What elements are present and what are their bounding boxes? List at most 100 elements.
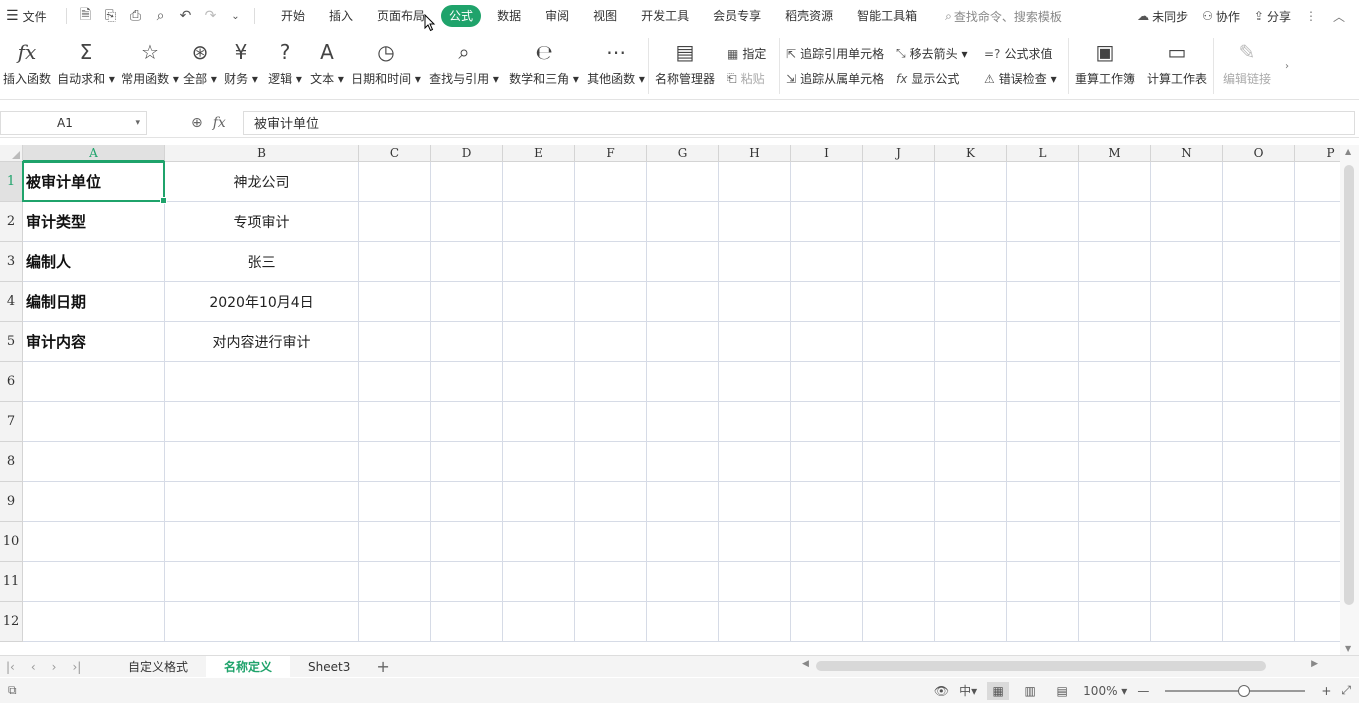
prev-sheet-icon[interactable]: ‹ <box>31 660 36 674</box>
cell-e1[interactable] <box>503 162 575 202</box>
cell-b11[interactable] <box>165 562 359 602</box>
layout-mode-icon[interactable]: 中▾ <box>959 682 977 699</box>
cell-c12[interactable] <box>359 602 431 642</box>
cell-g4[interactable] <box>647 282 719 322</box>
text-functions-button[interactable]: A 文本 ▾ <box>306 32 348 100</box>
cell-l9[interactable] <box>1007 482 1079 522</box>
tab-resources[interactable]: 稻壳资源 <box>773 5 845 27</box>
cell-a1[interactable]: 被审计单位 <box>23 162 165 202</box>
next-sheet-icon[interactable]: › <box>52 660 57 674</box>
tab-member[interactable]: 会员专享 <box>701 5 773 27</box>
cell-f12[interactable] <box>575 602 647 642</box>
other-functions-button[interactable]: ⋯ 其他函数 ▾ <box>584 32 648 100</box>
row-header-5[interactable]: 5 <box>0 322 23 362</box>
cell-e11[interactable] <box>503 562 575 602</box>
cell-d2[interactable] <box>431 202 503 242</box>
zoom-icon[interactable]: ⊕ <box>191 115 203 131</box>
cell-h7[interactable] <box>719 402 791 442</box>
cell-l1[interactable] <box>1007 162 1079 202</box>
cell-g7[interactable] <box>647 402 719 442</box>
cell-n12[interactable] <box>1151 602 1223 642</box>
cell-h1[interactable] <box>719 162 791 202</box>
cell-p12[interactable] <box>1295 602 1340 642</box>
column-header-d[interactable]: D <box>431 145 503 162</box>
cell-p4[interactable] <box>1295 282 1340 322</box>
cell-l6[interactable] <box>1007 362 1079 402</box>
cell-c10[interactable] <box>359 522 431 562</box>
cell-h12[interactable] <box>719 602 791 642</box>
trace-precedents-button[interactable]: ⇱ 追踪引用单元格 <box>786 45 884 62</box>
select-all-corner[interactable] <box>0 145 23 162</box>
cell-o1[interactable] <box>1223 162 1295 202</box>
cell-e6[interactable] <box>503 362 575 402</box>
zoom-slider[interactable] <box>1165 684 1306 697</box>
row-header-10[interactable]: 10 <box>0 522 23 562</box>
print-preview-icon[interactable]: ⌕ <box>148 8 173 24</box>
cell-f5[interactable] <box>575 322 647 362</box>
cell-d6[interactable] <box>431 362 503 402</box>
row-header-1[interactable]: 1 <box>0 162 23 202</box>
column-header-b[interactable]: B <box>165 145 359 162</box>
all-functions-button[interactable]: ⊛ 全部 ▾ <box>182 32 218 100</box>
cell-m6[interactable] <box>1079 362 1151 402</box>
cell-i12[interactable] <box>791 602 863 642</box>
cell-a5[interactable]: 审计内容 <box>23 322 165 362</box>
cell-e7[interactable] <box>503 402 575 442</box>
row-header-11[interactable]: 11 <box>0 562 23 602</box>
cell-m8[interactable] <box>1079 442 1151 482</box>
cell-a3[interactable]: 编制人 <box>23 242 165 282</box>
cell-d12[interactable] <box>431 602 503 642</box>
hscroll-thumb[interactable] <box>816 661 1266 671</box>
cell-k11[interactable] <box>935 562 1007 602</box>
cell-i2[interactable] <box>791 202 863 242</box>
cell-h11[interactable] <box>719 562 791 602</box>
macro-record-icon[interactable]: ⧉ <box>0 683 17 698</box>
cell-h9[interactable] <box>719 482 791 522</box>
cell-i11[interactable] <box>791 562 863 602</box>
cell-h2[interactable] <box>719 202 791 242</box>
row-header-9[interactable]: 9 <box>0 482 23 522</box>
cell-p5[interactable] <box>1295 322 1340 362</box>
cell-a6[interactable] <box>23 362 165 402</box>
cell-e4[interactable] <box>503 282 575 322</box>
cell-g9[interactable] <box>647 482 719 522</box>
datetime-functions-button[interactable]: ◷ 日期和时间 ▾ <box>348 32 424 100</box>
cell-c6[interactable] <box>359 362 431 402</box>
normal-view-icon[interactable]: ▦ <box>987 681 1010 700</box>
cell-j5[interactable] <box>863 322 935 362</box>
cell-c3[interactable] <box>359 242 431 282</box>
more-dropdown-icon[interactable]: ⌄ <box>223 11 248 22</box>
cell-h10[interactable] <box>719 522 791 562</box>
cell-m12[interactable] <box>1079 602 1151 642</box>
sheet-tab-sheet3[interactable]: Sheet3 <box>290 656 368 678</box>
cell-n11[interactable] <box>1151 562 1223 602</box>
specify-button[interactable]: ▦ 指定 <box>727 45 773 62</box>
cell-c8[interactable] <box>359 442 431 482</box>
column-header-h[interactable]: H <box>719 145 791 162</box>
cell-a9[interactable] <box>23 482 165 522</box>
worksheet-grid[interactable]: A B C D E F G H I J K L M N O P 1 被审计单位 神龙公司 2 审计类型 专项审计 3 编制人张… <box>0 145 1340 655</box>
cell-i6[interactable] <box>791 362 863 402</box>
collab-button[interactable]: ⚇ 协作 <box>1202 8 1240 25</box>
column-header-i[interactable]: I <box>791 145 863 162</box>
cell-m4[interactable] <box>1079 282 1151 322</box>
cell-p1[interactable] <box>1295 162 1340 202</box>
cell-j8[interactable] <box>863 442 935 482</box>
cell-o7[interactable] <box>1223 402 1295 442</box>
cell-d10[interactable] <box>431 522 503 562</box>
cell-l2[interactable] <box>1007 202 1079 242</box>
cell-j7[interactable] <box>863 402 935 442</box>
cell-o8[interactable] <box>1223 442 1295 482</box>
row-header-3[interactable]: 3 <box>0 242 23 282</box>
cell-l12[interactable] <box>1007 602 1079 642</box>
cell-l11[interactable] <box>1007 562 1079 602</box>
print-icon[interactable]: ⎙ <box>123 8 148 24</box>
row-header-7[interactable]: 7 <box>0 402 23 442</box>
cell-d3[interactable] <box>431 242 503 282</box>
finance-functions-button[interactable]: ¥ 财务 ▾ <box>218 32 264 100</box>
scroll-left-icon[interactable]: ◀ <box>802 659 809 669</box>
cell-n6[interactable] <box>1151 362 1223 402</box>
share-button[interactable]: ⇪ 分享 <box>1254 8 1291 25</box>
row-header-6[interactable]: 6 <box>0 362 23 402</box>
column-header-l[interactable]: L <box>1007 145 1079 162</box>
